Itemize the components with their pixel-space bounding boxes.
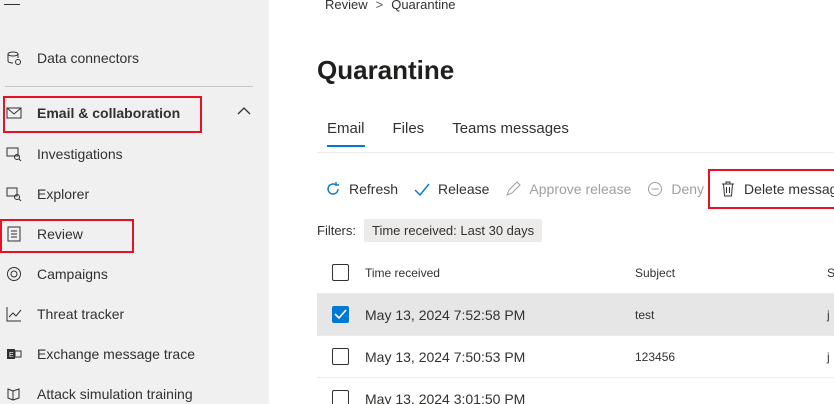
- sidebar-item-investigations[interactable]: Investigations: [0, 134, 269, 174]
- review-icon: [5, 225, 23, 243]
- sidebar-item-label: Review: [37, 226, 83, 242]
- deny-icon: [646, 180, 664, 198]
- mail-icon: [5, 104, 23, 122]
- sidebar-item-label: Data connectors: [37, 50, 139, 66]
- tab-teams-messages[interactable]: Teams messages: [452, 120, 569, 147]
- row-checkbox[interactable]: [332, 348, 349, 365]
- table-row[interactable]: May 13, 2024 3:01:50 PM: [317, 378, 834, 404]
- sidebar-item-data-connectors[interactable]: Data connectors: [0, 38, 269, 78]
- chevron-up-icon[interactable]: [237, 106, 251, 116]
- sidebar-item-label: Explorer: [37, 186, 90, 202]
- row-sender: j: [827, 307, 830, 322]
- svg-text:E: E: [9, 352, 14, 359]
- chart-line-icon: [5, 305, 23, 323]
- table-row[interactable]: May 13, 2024 7:50:53 PM 123456 j: [317, 336, 834, 378]
- select-all-checkbox[interactable]: [332, 264, 349, 281]
- sidebar-item-label: Threat tracker: [37, 306, 125, 322]
- delete-message-label: Delete message: [744, 181, 834, 197]
- filters-label: Filters:: [317, 223, 356, 238]
- deny-label: Deny: [671, 181, 705, 197]
- database-icon: [5, 49, 23, 67]
- sidebar: Data connectors Email & collaboration In…: [0, 0, 269, 404]
- sidebar-item-attack-simulation-training[interactable]: Attack simulation training: [0, 374, 269, 404]
- sidebar-item-label: Attack simulation training: [37, 386, 193, 402]
- delete-message-button[interactable]: Delete message: [719, 180, 834, 198]
- sidebar-item-campaigns[interactable]: Campaigns: [0, 254, 269, 294]
- breadcrumb-parent[interactable]: Review: [325, 0, 368, 12]
- tab-bar: Email Files Teams messages: [327, 120, 569, 147]
- approve-release-button[interactable]: Approve release: [504, 180, 631, 198]
- explorer-icon: [5, 185, 23, 203]
- approve-release-label: Approve release: [529, 181, 632, 197]
- page-title: Quarantine: [317, 55, 455, 85]
- trash-icon: [719, 180, 737, 198]
- sidebar-item-explorer[interactable]: Explorer: [0, 174, 269, 214]
- filter-pill-time-received[interactable]: Time received: Last 30 days: [364, 219, 543, 242]
- deny-button[interactable]: Deny: [646, 180, 704, 198]
- target-icon: [5, 265, 23, 283]
- tab-email[interactable]: Email: [327, 120, 365, 147]
- main-content: Review > Quarantine Quarantine Email Fil…: [269, 0, 834, 404]
- sidebar-item-label: Exchange message trace: [37, 346, 195, 362]
- row-sender: j: [827, 349, 830, 364]
- release-button[interactable]: Release: [413, 180, 489, 198]
- quarantine-table: Time received Subject S May 13, 2024 7:5…: [317, 252, 834, 404]
- investigation-icon: [5, 145, 23, 163]
- column-header-sender[interactable]: S: [827, 266, 834, 280]
- sidebar-item-email-collaboration[interactable]: Email & collaboration: [0, 93, 269, 133]
- pencil-icon: [504, 180, 522, 198]
- table-row[interactable]: May 13, 2024 7:52:58 PM test j: [317, 294, 834, 336]
- hamburger-menu-icon[interactable]: [4, 0, 22, 12]
- row-subject: 123456: [635, 349, 676, 364]
- sidebar-item-label: Campaigns: [37, 266, 108, 282]
- breadcrumb: Review > Quarantine: [325, 0, 456, 12]
- row-time-received: May 13, 2024 3:01:50 PM: [365, 390, 526, 404]
- breadcrumb-separator: >: [375, 0, 384, 12]
- row-time-received: May 13, 2024 7:50:53 PM: [365, 348, 526, 365]
- filter-pill-value: Last 30 days: [460, 223, 535, 238]
- row-subject: test: [635, 307, 655, 322]
- refresh-button[interactable]: Refresh: [324, 180, 398, 198]
- refresh-label: Refresh: [349, 181, 399, 197]
- column-header-time-received[interactable]: Time received: [365, 266, 440, 280]
- checkmark-icon: [413, 180, 431, 198]
- tab-files[interactable]: Files: [393, 120, 425, 147]
- sidebar-item-threat-tracker[interactable]: Threat tracker: [0, 294, 269, 334]
- row-checkbox[interactable]: [332, 390, 349, 404]
- row-time-received: May 13, 2024 7:52:58 PM: [365, 306, 526, 323]
- sidebar-divider: [5, 86, 253, 87]
- filter-pill-key: Time received:: [372, 223, 457, 238]
- release-label: Release: [438, 181, 490, 197]
- exchange-icon: E: [5, 345, 23, 363]
- table-header-row: Time received Subject S: [317, 252, 834, 294]
- toolbar: Refresh Release Approve release Deny Del…: [324, 180, 834, 198]
- filters-bar: Filters: Time received: Last 30 days: [317, 219, 543, 242]
- tabs-divider: [317, 152, 834, 153]
- checkmark-icon: [334, 309, 347, 320]
- refresh-icon: [324, 180, 342, 198]
- sidebar-item-label: Email & collaboration: [37, 105, 181, 121]
- column-header-subject[interactable]: Subject: [635, 266, 675, 280]
- sidebar-item-exchange-message-trace[interactable]: E Exchange message trace: [0, 334, 269, 374]
- sidebar-item-review[interactable]: Review: [0, 214, 269, 254]
- row-checkbox[interactable]: [332, 306, 349, 323]
- breadcrumb-current: Quarantine: [391, 0, 456, 12]
- sidebar-item-label: Investigations: [37, 146, 123, 162]
- phishing-icon: [5, 385, 23, 403]
